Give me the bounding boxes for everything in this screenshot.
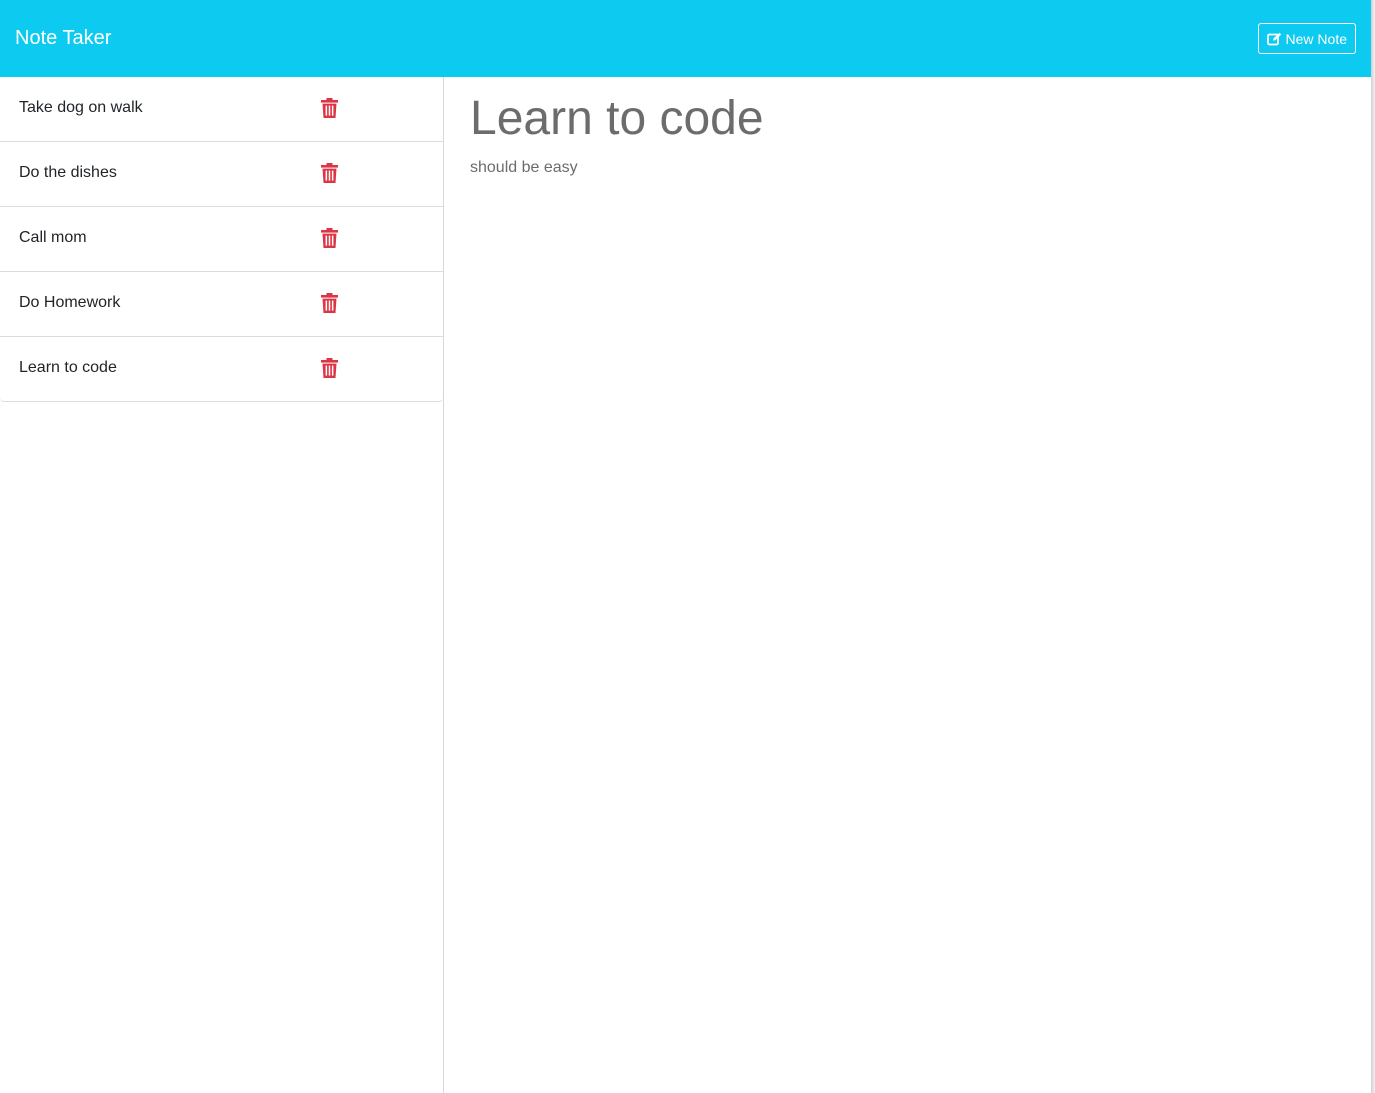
note-title: Call mom [19,229,87,246]
list-item[interactable]: Call mom [0,206,443,271]
note-text-field[interactable]: should be easy [470,159,578,177]
note-title: Learn to code [19,359,117,376]
list-item[interactable]: Do the dishes [0,141,443,206]
brand-title[interactable]: Note Taker [15,27,111,50]
trash-icon[interactable] [321,358,338,378]
new-note-label: New Note [1285,30,1347,47]
trash-icon[interactable] [321,163,338,183]
navbar: Note Taker New Note [0,0,1371,77]
window-edge [1371,0,1375,1093]
trash-icon[interactable] [321,293,338,313]
new-note-button[interactable]: New Note [1257,23,1356,54]
note-title-field[interactable]: Learn to code [470,91,764,146]
note-title: Take dog on walk [19,99,143,116]
note-list: Take dog on walk Do the dishes Call mom … [0,77,443,402]
trash-icon[interactable] [321,98,338,118]
edit-icon [1266,32,1282,46]
list-item[interactable]: Take dog on walk [0,77,443,141]
note-title: Do Homework [19,294,121,311]
list-item[interactable]: Do Homework [0,271,443,336]
list-item[interactable]: Learn to code [0,336,443,401]
note-view: Learn to code should be easy [444,77,1371,1093]
trash-icon[interactable] [321,228,338,248]
note-list-sidebar: Take dog on walk Do the dishes Call mom … [0,77,444,1093]
note-title: Do the dishes [19,164,117,181]
